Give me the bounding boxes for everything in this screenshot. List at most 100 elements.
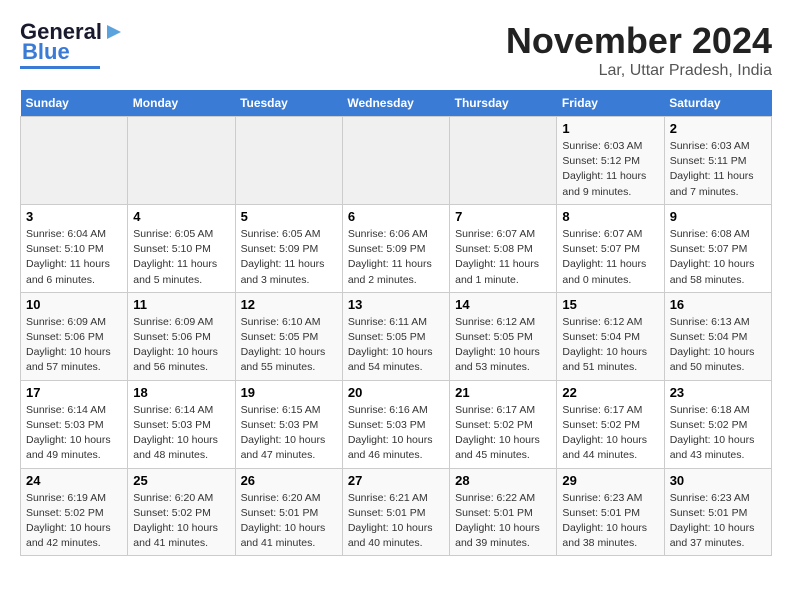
day-info: Sunrise: 6:07 AMSunset: 5:07 PMDaylight:…: [562, 227, 658, 288]
day-info: Sunrise: 6:15 AMSunset: 5:03 PMDaylight:…: [241, 403, 337, 464]
day-info-line: Sunset: 5:05 PM: [455, 330, 551, 345]
day-info: Sunrise: 6:05 AMSunset: 5:10 PMDaylight:…: [133, 227, 229, 288]
day-info-line: Sunrise: 6:17 AM: [562, 403, 658, 418]
day-info-line: Sunrise: 6:12 AM: [455, 315, 551, 330]
calendar-day-cell: 13 Sunrise: 6:11 AMSunset: 5:05 PMDayligh…: [342, 292, 449, 380]
day-number: 24: [26, 473, 122, 488]
day-info: Sunrise: 6:10 AMSunset: 5:05 PMDaylight:…: [241, 315, 337, 376]
day-info: Sunrise: 6:03 AMSunset: 5:12 PMDaylight:…: [562, 139, 658, 200]
day-number: 13: [348, 297, 444, 312]
day-info-line: Daylight: 10 hours and 42 minutes.: [26, 521, 122, 551]
calendar-day-cell: 23Sunrise: 6:18 AMSunset: 5:02 PMDayligh…: [664, 380, 771, 468]
day-number: 25: [133, 473, 229, 488]
day-info: Sunrise: 6:11 AMSunset: 5:05 PMDaylight:…: [348, 315, 444, 376]
calendar-day-cell: 29Sunrise: 6:23 AMSunset: 5:01 PMDayligh…: [557, 468, 664, 556]
logo-blue-text: Blue: [22, 40, 70, 64]
day-info-line: Daylight: 10 hours and 39 minutes.: [455, 521, 551, 551]
day-info-line: Sunset: 5:02 PM: [670, 418, 766, 433]
day-info-line: Sunrise: 6:03 AM: [562, 139, 658, 154]
logo-arrow-icon: [103, 21, 125, 43]
calendar-day-cell: 7Sunrise: 6:07 AMSunset: 5:08 PMDaylight…: [450, 204, 557, 292]
month-title: November 2024: [506, 20, 772, 62]
day-info-line: Daylight: 10 hours and 41 minutes.: [133, 521, 229, 551]
weekday-header-cell: Wednesday: [342, 90, 449, 117]
day-info: Sunrise: 6:09 AMSunset: 5:06 PMDaylight:…: [26, 315, 122, 376]
calendar-day-cell: 16Sunrise: 6:13 AMSunset: 5:04 PMDayligh…: [664, 292, 771, 380]
day-info-line: Sunset: 5:02 PM: [455, 418, 551, 433]
day-info: Sunrise: 6:08 AMSunset: 5:07 PMDaylight:…: [670, 227, 766, 288]
day-info-line: Sunset: 5:01 PM: [241, 506, 337, 521]
calendar-day-cell: 5Sunrise: 6:05 AMSunset: 5:09 PMDaylight…: [235, 204, 342, 292]
day-info-line: Daylight: 10 hours and 57 minutes.: [26, 345, 122, 375]
day-info-line: Sunset: 5:01 PM: [670, 506, 766, 521]
calendar-day-cell: 11Sunrise: 6:09 AMSunset: 5:06 PMDayligh…: [128, 292, 235, 380]
day-info-line: Sunset: 5:03 PM: [241, 418, 337, 433]
day-info-line: Daylight: 10 hours and 45 minutes.: [455, 433, 551, 463]
day-info-line: Sunrise: 6:05 AM: [133, 227, 229, 242]
day-info-line: Sunset: 5:01 PM: [562, 506, 658, 521]
day-info-line: Daylight: 10 hours and 48 minutes.: [133, 433, 229, 463]
day-info: Sunrise: 6:05 AMSunset: 5:09 PMDaylight:…: [241, 227, 337, 288]
day-info-line: Sunrise: 6:23 AM: [670, 491, 766, 506]
day-info-line: Daylight: 10 hours and 44 minutes.: [562, 433, 658, 463]
logo-underline: [20, 66, 100, 69]
calendar-week-row: 3Sunrise: 6:04 AMSunset: 5:10 PMDaylight…: [21, 204, 772, 292]
day-info-line: Daylight: 10 hours and 40 minutes.: [348, 521, 444, 551]
calendar-day-cell: 15 Sunrise: 6:12 AMSunset: 5:04 PMDayligh…: [557, 292, 664, 380]
calendar-day-cell: 27Sunrise: 6:21 AMSunset: 5:01 PMDayligh…: [342, 468, 449, 556]
weekday-header-cell: Sunday: [21, 90, 128, 117]
title-block: November 2024 Lar, Uttar Pradesh, India: [506, 20, 772, 80]
day-info-line: Daylight: 10 hours and 51 minutes.: [562, 345, 658, 375]
day-info-line: Sunset: 5:10 PM: [26, 242, 122, 257]
day-number: 15: [562, 297, 658, 312]
calendar-day-cell: [342, 117, 449, 205]
day-info-line: Sunset: 5:10 PM: [133, 242, 229, 257]
day-info-line: Sunrise: 6:06 AM: [348, 227, 444, 242]
day-info-line: Sunrise: 6:10 AM: [241, 315, 337, 330]
calendar-day-cell: 6Sunrise: 6:06 AMSunset: 5:09 PMDaylight…: [342, 204, 449, 292]
calendar-week-row: 17Sunrise: 6:14 AMSunset: 5:03 PMDayligh…: [21, 380, 772, 468]
day-info-line: Sunrise: 6:04 AM: [26, 227, 122, 242]
day-info-line: Daylight: 10 hours and 41 minutes.: [241, 521, 337, 551]
day-info-line: Daylight: 10 hours and 58 minutes.: [670, 257, 766, 287]
day-info: Sunrise: 6:12 AMSunset: 5:04 PMDaylight:…: [562, 315, 658, 376]
day-info-line: Sunrise: 6:09 AM: [26, 315, 122, 330]
day-info: Sunrise: 6:17 AMSunset: 5:02 PMDaylight:…: [455, 403, 551, 464]
day-number: 2: [670, 121, 766, 136]
day-info: Sunrise: 6:19 AMSunset: 5:02 PMDaylight:…: [26, 491, 122, 552]
day-info-line: Sunrise: 6:12 AM: [562, 315, 658, 330]
logo: General Blue: [20, 20, 125, 69]
day-info: Sunrise: 6:18 AMSunset: 5:02 PMDaylight:…: [670, 403, 766, 464]
calendar-day-cell: 28Sunrise: 6:22 AMSunset: 5:01 PMDayligh…: [450, 468, 557, 556]
day-info-line: Sunrise: 6:08 AM: [670, 227, 766, 242]
calendar-week-row: 1Sunrise: 6:03 AMSunset: 5:12 PMDaylight…: [21, 117, 772, 205]
calendar-day-cell: 26Sunrise: 6:20 AMSunset: 5:01 PMDayligh…: [235, 468, 342, 556]
calendar-day-cell: 25Sunrise: 6:20 AMSunset: 5:02 PMDayligh…: [128, 468, 235, 556]
day-info-line: Sunset: 5:09 PM: [348, 242, 444, 257]
day-info-line: Sunrise: 6:13 AM: [670, 315, 766, 330]
day-info-line: Sunrise: 6:05 AM: [241, 227, 337, 242]
calendar-day-cell: 17Sunrise: 6:14 AMSunset: 5:03 PMDayligh…: [21, 380, 128, 468]
day-number: 14: [455, 297, 551, 312]
weekday-header-cell: Saturday: [664, 90, 771, 117]
day-info-line: Daylight: 10 hours and 43 minutes.: [670, 433, 766, 463]
day-info-line: Daylight: 11 hours and 1 minute.: [455, 257, 551, 287]
day-info-line: Sunrise: 6:14 AM: [133, 403, 229, 418]
day-info-line: Sunrise: 6:18 AM: [670, 403, 766, 418]
day-number: 12: [241, 297, 337, 312]
day-info-line: Daylight: 10 hours and 55 minutes.: [241, 345, 337, 375]
day-info-line: Sunset: 5:03 PM: [133, 418, 229, 433]
calendar-day-cell: 20Sunrise: 6:16 AMSunset: 5:03 PMDayligh…: [342, 380, 449, 468]
calendar-day-cell: 8Sunrise: 6:07 AMSunset: 5:07 PMDaylight…: [557, 204, 664, 292]
day-info-line: Daylight: 10 hours and 47 minutes.: [241, 433, 337, 463]
calendar-day-cell: 18Sunrise: 6:14 AMSunset: 5:03 PMDayligh…: [128, 380, 235, 468]
day-number: 4: [133, 209, 229, 224]
day-info-line: Daylight: 11 hours and 7 minutes.: [670, 169, 766, 199]
day-info-line: Sunset: 5:12 PM: [562, 154, 658, 169]
day-info-line: Sunrise: 6:23 AM: [562, 491, 658, 506]
day-info-line: Sunset: 5:07 PM: [562, 242, 658, 257]
day-number: 9: [670, 209, 766, 224]
day-info-line: Daylight: 10 hours and 38 minutes.: [562, 521, 658, 551]
location-subtitle: Lar, Uttar Pradesh, India: [506, 62, 772, 80]
calendar-day-cell: 2Sunrise: 6:03 AMSunset: 5:11 PMDaylight…: [664, 117, 771, 205]
